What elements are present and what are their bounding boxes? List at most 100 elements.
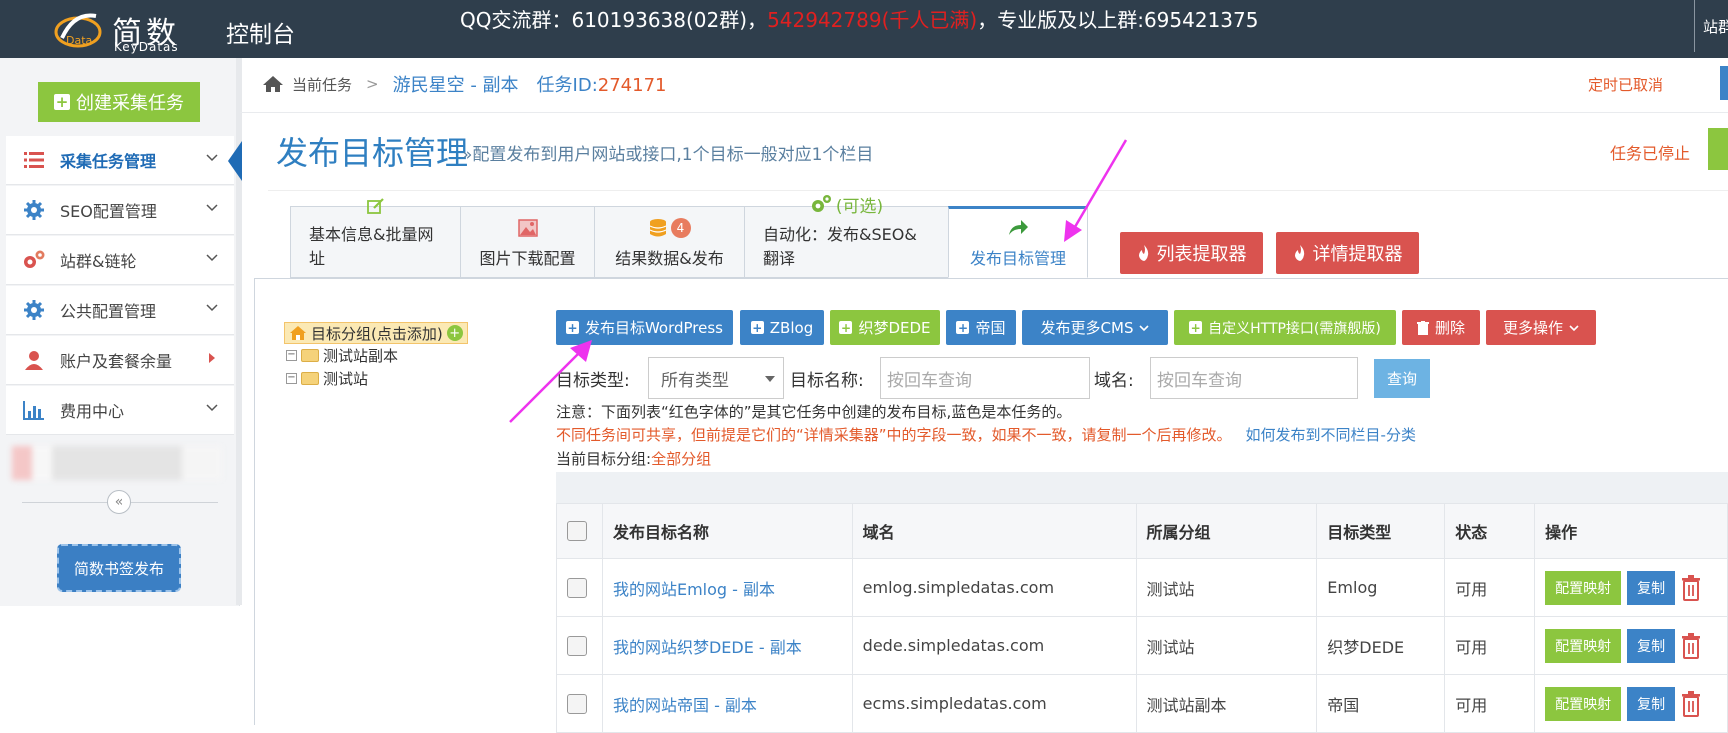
console-link[interactable]: 控制台 [226,15,295,49]
copy-button[interactable]: 复制 [1627,686,1676,721]
column-header[interactable]: 所属分组 [1135,503,1318,559]
tab-result-data[interactable]: 4 结果数据&发布 [594,206,744,278]
qq-suffix: ，专业版及以上群:695421375 [977,8,1259,32]
create-task-button[interactable]: + 创建采集任务 [38,82,200,122]
gears-icon [811,195,831,212]
tab-image-download[interactable]: 图片下载配置 [460,206,594,278]
delete-button[interactable]: 删除 [1402,310,1480,345]
plus-icon: + [54,92,70,111]
type-cell: Emlog [1316,558,1446,617]
target-name-input[interactable]: 按回车查询 [880,357,1090,399]
bookmark-publish-button[interactable]: 简数书签发布 [57,544,181,592]
query-button[interactable]: 查询 [1374,359,1430,398]
target-name-link[interactable]: 我的网站帝国 - 副本 [601,674,853,733]
trash-icon[interactable] [1681,574,1701,601]
logo[interactable]: Data 简数 KeyDatas [52,6,202,54]
chevron-down-icon [206,404,218,412]
chevron-down-icon [1569,324,1579,331]
right-edge-status-button[interactable] [1708,128,1728,170]
task-status: 任务已停止 [1610,144,1691,163]
qq-prefix: QQ交流群：610193638(02群)， [460,8,768,32]
tab-label: 结果数据&发布 [615,249,724,268]
column-header[interactable]: 发布目标名称 [601,503,853,559]
diguo-label: 帝国 [975,319,1006,337]
fire-icon [1294,245,1304,261]
collapse-toggle-icon[interactable]: − [286,350,297,361]
chevron-down-icon [206,254,218,262]
dede-button[interactable]: + 织梦DEDE [830,310,940,345]
sidebar-item-task-management[interactable]: 采集任务管理 [6,136,242,185]
config-mapping-button[interactable]: 配置映射 [1545,686,1622,721]
sidebar-item-public-config[interactable]: 公共配置管理 [6,286,234,335]
collapse-toggle-icon[interactable]: − [286,373,297,384]
tab-automation[interactable]: (可选) 自动化：发布&SEO&翻译 [744,195,948,278]
list-extractor-button[interactable]: 列表提取器 [1120,232,1263,274]
breadcrumb-task-link[interactable]: 游民星空 - 副本 [393,71,519,97]
diguo-button[interactable]: + 帝国 [946,310,1016,345]
chevron-down-icon [1139,324,1150,331]
sidebar-item-site-groups[interactable]: 站群&链轮 [6,236,234,285]
copy-button[interactable]: 复制 [1627,628,1676,663]
task-id: 任务ID:274171 [537,71,667,97]
sidebar-collapse-button[interactable]: « [107,490,131,514]
task-id-label: 任务ID: [536,75,598,96]
select-all-cell [556,503,603,559]
table-header-row: 发布目标名称 域名 所属分组 目标类型 状态 操作 [556,503,1728,559]
column-header[interactable]: 域名 [851,503,1137,559]
plus-icon: + [956,320,970,335]
sidebar-item-label: SEO配置管理 [60,202,157,221]
detail-extractor-button[interactable]: 详情提取器 [1276,232,1419,274]
plus-icon: + [750,320,764,335]
config-mapping-button[interactable]: 配置映射 [1545,570,1622,605]
group-cell: 测试站 [1135,616,1318,675]
folder-icon [301,372,319,385]
current-group-value[interactable]: 全部分组 [651,450,711,468]
target-name-link[interactable]: 我的网站Emlog - 副本 [601,558,853,617]
blurred-account-info [12,446,222,480]
top-right-menu[interactable]: 站群 [1694,0,1728,52]
timer-status[interactable]: 定时已取消 [1588,74,1663,95]
checkbox-cell [556,558,603,617]
status-cell: 可用 [1444,616,1536,675]
column-header[interactable]: 目标类型 [1316,503,1446,559]
table-row: 我的网站帝国 - 副本 ecms.simpledatas.com 测试站副本 帝… [556,674,1728,733]
column-header[interactable]: 状态 [1444,503,1536,559]
target-type-select[interactable]: 所有类型 [648,357,784,399]
more-operations-dropdown[interactable]: 更多操作 [1486,310,1596,345]
logo-mark-icon: Data [54,13,102,48]
tree-node[interactable]: − 测试站副本 [286,344,468,367]
config-mapping-button[interactable]: 配置映射 [1545,628,1622,663]
row-checkbox[interactable] [567,635,587,656]
page-subtitle: »配置发布到用户网站或接口,1个目标一般对应1个栏目 [462,145,874,165]
tree-node[interactable]: − 测试站 [286,367,468,390]
sidebar-item-seo-config[interactable]: SEO配置管理 [6,186,234,235]
copy-button[interactable]: 复制 [1627,570,1676,605]
domain-input[interactable]: 按回车查询 [1150,357,1358,399]
qq-group-notice: QQ交流群：610193638(02群)，542942789(千人已满)，专业版… [460,4,1258,33]
more-cms-dropdown[interactable]: 发布更多CMS [1022,310,1168,345]
chevron-down-icon [206,304,218,312]
publish-category-help-link[interactable]: 如何发布到不同栏目-分类 [1246,426,1416,444]
add-group-icon[interactable]: + [446,325,463,341]
right-edge-button[interactable] [1720,66,1728,100]
custom-http-button[interactable]: + 自定义HTTP接口(需旗舰版) [1174,310,1396,345]
sidebar-item-account[interactable]: 账户及套餐余量 [6,336,234,385]
domain-cell: dede.simpledatas.com [851,616,1137,675]
publish-wordpress-label: 发布目标WordPress [584,319,724,337]
zblog-button[interactable]: + ZBlog [740,310,824,345]
target-name-link[interactable]: 我的网站织梦DEDE - 副本 [601,616,853,675]
trash-icon[interactable] [1681,690,1701,717]
custom-http-label: 自定义HTTP接口(需旗舰版) [1208,320,1381,337]
tab-basic-info[interactable]: 基本信息&批量网址 [290,198,460,278]
operations-cell: 配置映射 复制 [1534,558,1728,617]
breadcrumb: 当前任务 > 游民星空 - 副本 任务ID:274171 [262,66,667,102]
publish-targets-table: 发布目标名称 域名 所属分组 目标类型 状态 操作 我的网站Emlog - 副本… [556,503,1728,733]
annotation-arrow-to-wordpress [509,340,592,423]
sidebar-item-billing[interactable]: 费用中心 [6,386,234,435]
create-task-label: 创建采集任务 [76,93,184,114]
trash-icon[interactable] [1681,632,1701,659]
row-checkbox[interactable] [567,577,587,598]
tree-root-add-group[interactable]: 目标分组(点击添加) + [284,322,468,344]
select-all-checkbox[interactable] [567,521,587,541]
row-checkbox[interactable] [567,693,587,714]
